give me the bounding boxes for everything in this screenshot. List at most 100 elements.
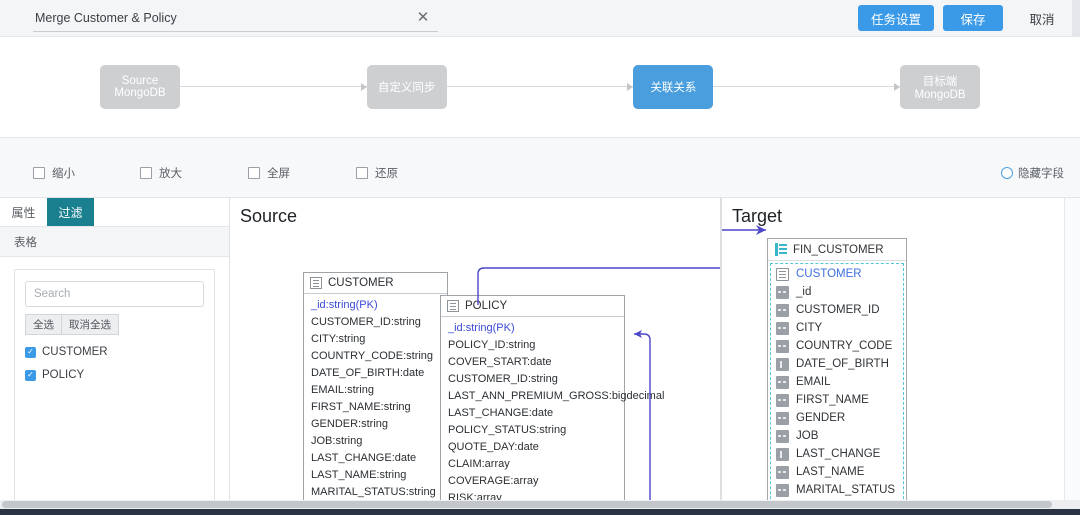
target-field-label: LAST_NAME (796, 466, 865, 478)
task-settings-button[interactable]: 任务设置 (857, 5, 934, 31)
target-pane-scrollbar[interactable] (1064, 198, 1080, 503)
source-field[interactable]: LAST_NAME:string (304, 466, 447, 483)
tab-properties[interactable]: 属性 (0, 198, 47, 226)
tool-restore-label: 还原 (375, 168, 398, 180)
source-field[interactable]: POLICY_STATUS:string (441, 421, 624, 438)
mapping-canvas[interactable]: Source CUSTOMER _id:string(PK) CUSTOMER_I… (230, 198, 1080, 503)
source-field[interactable]: _id:string(PK) (304, 296, 447, 313)
step-source-mongodb[interactable]: Source MongoDB (100, 64, 180, 109)
source-table-customer-header[interactable]: CUSTOMER (304, 273, 447, 294)
tab-filter[interactable]: 过滤 (47, 198, 94, 226)
table-icon (310, 277, 322, 289)
zoom-in-icon (140, 167, 152, 179)
table-checkbox-policy-label: POLICY (42, 369, 85, 381)
field-icon (776, 303, 789, 317)
target-field-row[interactable]: FIRST_NAME (771, 391, 903, 409)
save-button[interactable]: 保存 (943, 5, 1003, 31)
date-icon (776, 357, 789, 371)
hide-fields-toggle[interactable]: 隐藏字段 (1001, 165, 1064, 181)
tool-zoom-in[interactable]: 放大 (140, 165, 182, 181)
step-association[interactable]: 关联关系 (633, 64, 714, 109)
tool-restore[interactable]: 还原 (356, 165, 398, 181)
tool-zoom-out[interactable]: 缩小 (33, 165, 75, 181)
source-field[interactable]: MARITAL_STATUS:string (304, 483, 447, 500)
deselect-all-button[interactable]: 取消全选 (62, 314, 119, 335)
select-all-button[interactable]: 全选 (25, 314, 62, 335)
zoom-out-icon (33, 167, 45, 179)
sidebar: 属性 过滤 表格 全选 取消全选 ✓ CUSTOMER ✓ POLICY (0, 198, 230, 503)
source-field[interactable]: CITY:string (304, 330, 447, 347)
target-field-row[interactable]: DATE_OF_BIRTH (771, 355, 903, 373)
target-pane-title: Target (732, 206, 783, 226)
table-filter-panel: 全选 取消全选 ✓ CUSTOMER ✓ POLICY (14, 269, 215, 502)
source-field[interactable]: QUOTE_DAY:date (441, 438, 624, 455)
source-field[interactable]: POLICY_ID:string (441, 336, 624, 353)
source-field[interactable]: EMAIL:string (304, 381, 447, 398)
step-connector-2 (446, 82, 634, 91)
step-connector-3 (713, 82, 901, 91)
target-field-row[interactable]: CUSTOMER_ID (771, 301, 903, 319)
step-target-mongodb[interactable]: 目标端 MongoDB (900, 64, 981, 109)
date-icon (776, 447, 789, 461)
source-field[interactable]: FIRST_NAME:string (304, 398, 447, 415)
target-field-row[interactable]: JOB (771, 427, 903, 445)
target-field-row[interactable]: LAST_NAME (771, 463, 903, 481)
source-field[interactable]: GENDER:string (304, 415, 447, 432)
source-field[interactable]: CLAIM:array (441, 455, 624, 472)
source-field[interactable]: CUSTOMER_ID:string (441, 370, 624, 387)
target-field-row[interactable]: COUNTRY_CODE (771, 337, 903, 355)
target-field-label: _id (796, 286, 812, 298)
target-field-row[interactable]: GENDER (771, 409, 903, 427)
source-field[interactable]: CUSTOMER_ID:string (304, 313, 447, 330)
tool-fullscreen[interactable]: 全屏 (248, 165, 290, 181)
source-field[interactable]: LAST_CHANGE:date (441, 404, 624, 421)
target-tree-card[interactable]: FIN_CUSTOMER CUSTOMER _id CUSTOMER_ID CITY… (767, 238, 907, 503)
restore-icon (356, 167, 368, 179)
titlebar-actions: 任务设置 保存 取消 (857, 5, 1072, 31)
close-icon[interactable]: ✕ (414, 8, 432, 26)
source-field[interactable]: DATE_OF_BIRTH:date (304, 364, 447, 381)
tool-fullscreen-label: 全屏 (267, 168, 290, 180)
field-icon (776, 483, 789, 497)
horizontal-scrollbar[interactable] (0, 500, 1080, 509)
hide-fields-icon (1001, 167, 1013, 179)
source-field[interactable]: COVERAGE:array (441, 472, 624, 489)
hide-fields-label: 隐藏字段 (1018, 168, 1064, 180)
target-field-row[interactable]: MARITAL_STATUS (771, 481, 903, 499)
target-field-label: FIRST_NAME (796, 394, 869, 406)
search-input[interactable] (25, 281, 204, 307)
table-checkbox-customer[interactable]: ✓ CUSTOMER (25, 346, 204, 358)
titlebar-edge (1072, 0, 1080, 37)
tool-zoom-in-label: 放大 (159, 168, 182, 180)
step-connector-1 (180, 82, 367, 91)
target-field-row[interactable]: EMAIL (771, 373, 903, 391)
target-field-label: GENDER (796, 412, 846, 424)
task-name-input[interactable] (33, 10, 393, 28)
source-table-customer[interactable]: CUSTOMER _id:string(PK) CUSTOMER_ID:strin… (303, 272, 448, 503)
source-field[interactable]: LAST_CHANGE:date (304, 449, 447, 466)
cancel-button[interactable]: 取消 (1012, 5, 1072, 31)
horizontal-scrollbar-thumb[interactable] (2, 501, 1052, 508)
source-field[interactable]: LAST_ANN_PREMIUM_GROSS:bigdecimal (441, 387, 664, 404)
target-field-row[interactable]: CITY (771, 319, 903, 337)
target-node-customer[interactable]: CUSTOMER (771, 265, 903, 283)
target-field-row[interactable]: LAST_CHANGE (771, 445, 903, 463)
target-field-label: MARITAL_STATUS (796, 484, 896, 496)
source-field[interactable]: JOB:string (304, 432, 447, 449)
target-field-row[interactable]: _id (771, 283, 903, 301)
source-table-policy[interactable]: POLICY _id:string(PK) POLICY_ID:string COV… (440, 295, 664, 503)
source-field[interactable]: COVER_START:date (441, 353, 624, 370)
source-field[interactable]: _id:string(PK) (441, 319, 624, 336)
target-root-node[interactable]: FIN_CUSTOMER (768, 239, 906, 261)
canvas-toolbar: 缩小 放大 全屏 还原 隐藏字段 (0, 138, 1080, 198)
target-node-customer-label: CUSTOMER (796, 268, 862, 280)
field-icon (776, 321, 789, 335)
step-custom-sync[interactable]: 自定义同步 (366, 64, 447, 109)
source-field[interactable]: COUNTRY_CODE:string (304, 347, 447, 364)
target-field-label: EMAIL (796, 376, 831, 388)
table-checkbox-policy[interactable]: ✓ POLICY (25, 369, 204, 381)
task-name-field-wrap: ✕ (33, 7, 438, 32)
target-selected-node[interactable]: CUSTOMER _id CUSTOMER_ID CITY COUNTRY_CODE D… (770, 263, 904, 503)
source-table-policy-header[interactable]: POLICY (441, 296, 624, 317)
field-icon (776, 285, 789, 299)
